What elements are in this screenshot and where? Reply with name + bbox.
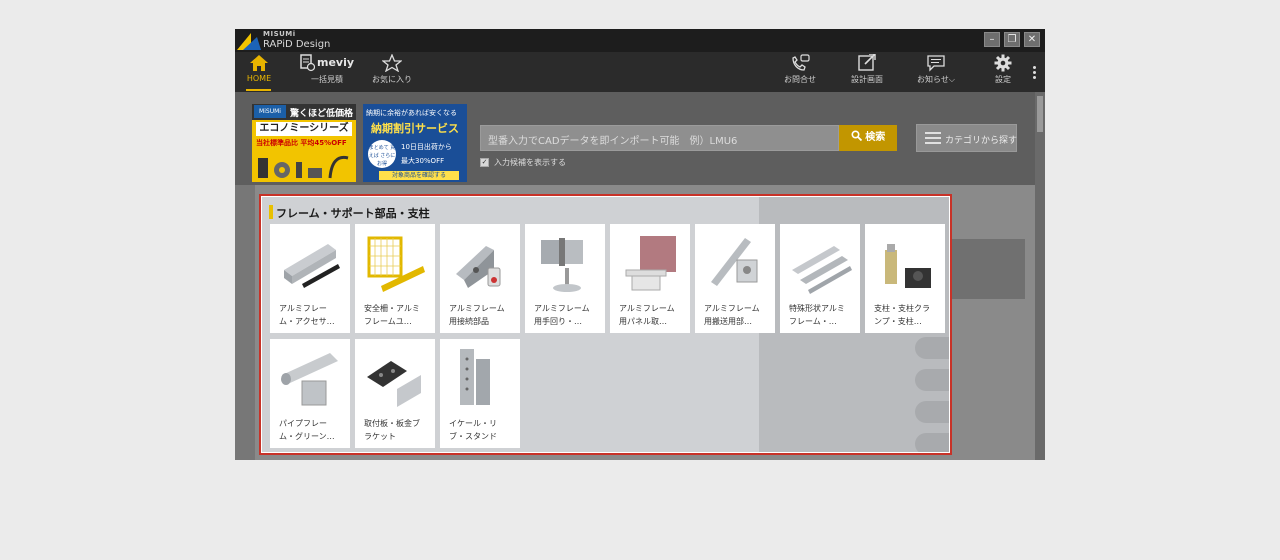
product-label: アルミフレーム 用手回り・… [534,304,590,326]
economy-products-icon [258,155,349,179]
product-card[interactable]: アルミフレーム 用接続部品 [440,224,520,333]
product-card[interactable]: アルミフレー ム・アクセサ… [270,224,350,333]
suggest-label: 入力候補を表示する [494,158,566,167]
product-label: 特殊形状アルミ フレーム・… [789,304,845,326]
delivery-check-button[interactable]: 対象商品を確認する [379,171,459,180]
pipe-frame-icon [281,353,338,406]
product-label: 安全柵・アルミ フレームユ… [364,304,420,326]
economy-subtitle: 驚くほど低価格 [290,109,354,119]
frame-panel-icon [625,236,676,291]
decor-pill [915,433,949,452]
product-card[interactable]: アルミフレーム 用手回り・… [525,224,605,333]
decor-pill [915,401,949,423]
category-browse-button[interactable]: カテゴリから探す [916,124,1017,152]
angle-plate-icon [460,349,490,405]
delivery-subtitle: 納期に余裕があれば安くなる [366,109,457,117]
scrollbar-thumb[interactable] [1037,96,1043,132]
more-menu-icon[interactable] [1033,66,1036,81]
product-card[interactable]: 支柱・支柱クラ ンプ・支柱… [865,224,945,333]
phone-chat-icon [792,54,810,71]
category-browse-label: カテゴリから探す [945,136,1018,146]
product-label: アルミフレーム 用パネル取… [619,304,675,326]
delivery-max: 最大30%OFF [401,157,445,165]
product-card[interactable]: パイプフレー ム・グリーン… [270,339,350,448]
meviy-text: meviy [317,56,355,69]
category-title: フレーム・サポート部品・支柱 [276,207,430,220]
vertical-scrollbar[interactable] [1035,92,1045,460]
bulk-estimate-label: 一括見積 [311,75,343,84]
category-panel: フレーム・サポート部品・支柱 アルミフレー ム・アクセサ… 安全柵・アルミ フレ… [262,197,949,452]
post-clamp-icon [885,244,931,288]
search-icon [851,130,862,142]
search-placeholder: 型番入力でCADデータを即インポート可能 例）LMU6 [488,136,738,147]
delivery-discount-banner[interactable]: 納期に余裕があれば安くなる 納期割引サービス まとめて 買えば さらにお得 10… [363,104,467,182]
notice-label: お知らせ⌵ [917,75,955,84]
header-band: MiSUMi economy 驚くほど低価格 エコノミーシリーズ 当社標準品比 … [235,92,1035,185]
decor-pill [915,369,949,391]
product-card[interactable]: アルミフレーム 用パネル取… [610,224,690,333]
search-input[interactable]: 型番入力でCADデータを即インポート可能 例）LMU6 [480,125,839,151]
product-label: イケール・リ ブ・スタンド [449,419,497,441]
product-card[interactable]: 特殊形状アルミ フレーム・… [780,224,860,333]
close-button[interactable]: ✕ [1024,32,1040,47]
mounting-plate-icon [367,361,421,407]
favorites-button[interactable]: お気に入り [370,54,414,90]
message-icon [927,55,945,72]
delivery-title: 納期割引サービス [371,122,459,135]
gear-icon [994,54,1012,72]
product-label: アルミフレーム 用搬送用部… [704,304,760,326]
contact-button[interactable]: お問合せ [780,54,820,90]
delivery-days: 10日目出荷から [401,143,452,151]
frame-hinge-icon [541,238,583,292]
frame-transport-icon [711,238,758,286]
decor-pill [915,337,949,359]
product-card[interactable]: 安全柵・アルミ フレームユ… [355,224,435,333]
settings-button[interactable]: 設定 [989,54,1017,90]
star-icon [382,54,402,72]
home-button[interactable]: HOME [243,54,275,90]
product-card[interactable]: イケール・リ ブ・スタンド [440,339,520,448]
title-bar: MISUMi RAPiD Design – ❐ ✕ [235,29,1045,52]
design-screen-button[interactable]: 設計画面 [846,54,888,90]
app-title: RAPiD Design [263,39,331,50]
economy-title: エコノミーシリーズ [256,122,352,136]
minimize-button[interactable]: – [984,32,1000,47]
restore-button[interactable]: ❐ [1004,32,1020,47]
design-screen-label: 設計画面 [851,75,883,84]
product-card[interactable]: 取付板・板金ブ ラケット [355,339,435,448]
favorites-label: お気に入り [372,75,412,84]
economy-discount: 当社標準品比 平均45%OFF [256,139,347,147]
product-label: パイプフレー ム・グリーン… [279,419,335,441]
product-label: 支柱・支柱クラ ンプ・支柱… [874,304,930,326]
meviy-logo: meviy [297,54,357,72]
product-label: 取付板・板金ブ ラケット [364,419,420,441]
product-label: アルミフレーム 用接続部品 [449,304,505,326]
suggest-checkbox[interactable]: ✓ [480,158,489,167]
meviy-doc-icon [300,54,315,72]
home-icon [250,55,268,71]
delivery-circle: まとめて 買えば さらにお得 [368,140,396,168]
external-link-icon [858,54,876,71]
notice-button[interactable]: お知らせ⌵ [915,54,957,90]
contact-label: お問合せ [784,75,816,84]
economy-series-banner[interactable]: MiSUMi economy 驚くほど低価格 エコノミーシリーズ 当社標準品比 … [252,104,356,182]
home-active-underline [246,89,271,91]
bulk-estimate-button[interactable]: meviy 一括見積 [297,54,357,90]
economy-brand: MiSUMi economy [254,105,286,128]
search-button[interactable]: 検索 [839,125,897,151]
category-title-marker [269,205,273,219]
product-label: アルミフレー ム・アクセサ… [279,304,335,326]
home-label: HOME [246,74,272,83]
product-card[interactable]: アルミフレーム 用搬送用部… [695,224,775,333]
special-frame-icon [792,246,852,294]
main-toolbar: HOME meviy 一括見積 お気に入り お問合せ 設計画面 お知らせ⌵ 設定 [235,52,1045,92]
aluminum-frame-icon [284,244,340,288]
brand-top: MISUMi [263,30,296,38]
hamburger-icon [925,132,941,147]
search-button-label: 検索 [865,132,886,143]
safety-fence-icon [367,236,425,292]
misumi-logo-icon [237,33,261,50]
frame-connector-icon [456,246,501,288]
settings-label: 設定 [995,75,1011,84]
